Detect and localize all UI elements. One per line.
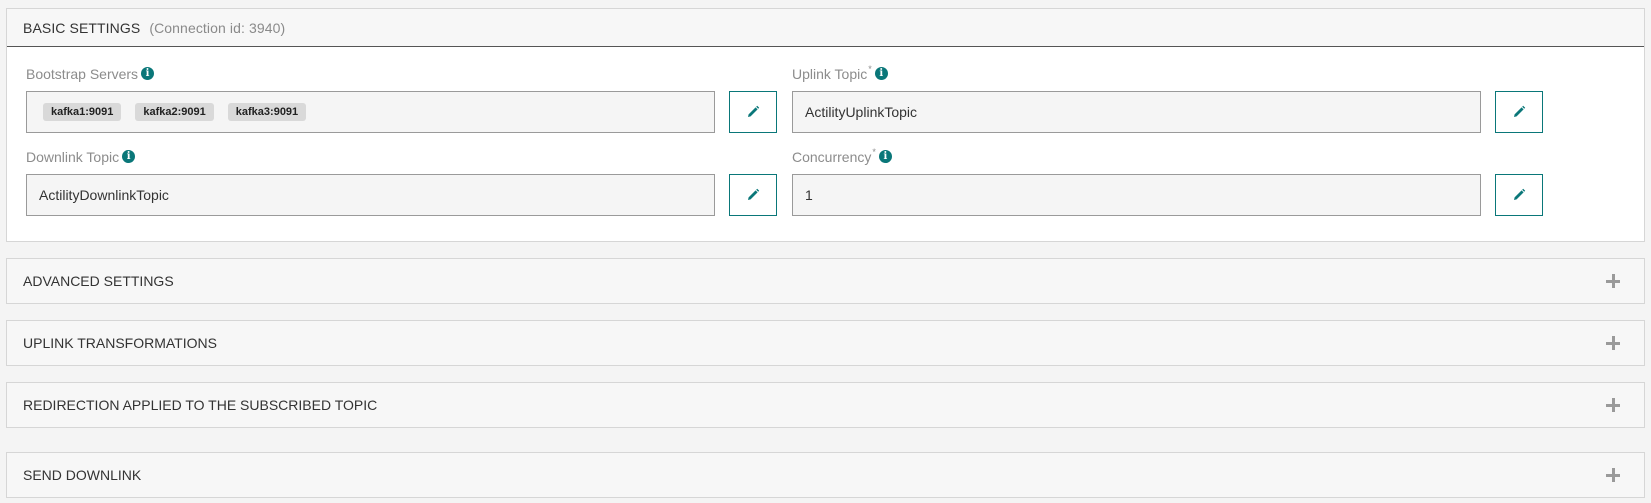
redirection-section[interactable]: REDIRECTION APPLIED TO THE SUBSCRIBED TO… <box>6 382 1645 428</box>
server-chip: kafka2:9091 <box>135 103 214 121</box>
bootstrap-servers-label: Bootstrap Servers i <box>26 66 155 82</box>
downlink-topic-label-text: Downlink Topic <box>26 149 120 165</box>
basic-settings-title: BASIC SETTINGS <box>23 19 141 36</box>
info-icon[interactable]: i <box>878 150 892 163</box>
concurrency-value: 1 <box>805 187 813 203</box>
connection-settings-page: BASIC SETTINGS (Connection id: 3940) Boo… <box>0 0 1651 503</box>
downlink-topic-input[interactable]: ActilityDownlinkTopic <box>26 174 715 216</box>
section-title: ADVANCED SETTINGS <box>23 273 174 289</box>
info-icon[interactable]: i <box>141 67 155 80</box>
plus-icon[interactable] <box>1606 398 1620 412</box>
section-title: UPLINK TRANSFORMATIONS <box>23 335 217 351</box>
edit-uplink-topic-button[interactable] <box>1495 91 1543 133</box>
downlink-topic-value: ActilityDownlinkTopic <box>39 187 169 203</box>
edit-bootstrap-servers-button[interactable] <box>729 91 777 133</box>
pencil-icon <box>748 188 760 200</box>
plus-icon[interactable] <box>1606 468 1620 482</box>
edit-concurrency-button[interactable] <box>1495 174 1543 216</box>
uplink-topic-label-text: Uplink Topic <box>792 66 868 82</box>
pencil-icon <box>748 105 760 117</box>
required-marker: * <box>872 147 876 157</box>
server-chip: kafka3:9091 <box>227 103 307 121</box>
uplink-topic-input[interactable]: ActilityUplinkTopic <box>792 91 1481 133</box>
plus-icon[interactable] <box>1606 274 1620 288</box>
bootstrap-servers-label-text: Bootstrap Servers <box>26 66 139 82</box>
section-title: REDIRECTION APPLIED TO THE SUBSCRIBED TO… <box>23 397 378 413</box>
required-marker: * <box>868 64 872 74</box>
section-title: SEND DOWNLINK <box>23 467 142 483</box>
connection-id-label: (Connection id: 3940) <box>149 19 286 36</box>
edit-downlink-topic-button[interactable] <box>729 174 777 216</box>
advanced-settings-section[interactable]: ADVANCED SETTINGS <box>6 258 1645 304</box>
concurrency-input[interactable]: 1 <box>792 174 1481 216</box>
uplink-topic-value: ActilityUplinkTopic <box>805 104 918 120</box>
server-chip: kafka1:9091 <box>43 103 122 121</box>
info-icon[interactable]: i <box>122 150 136 163</box>
plus-icon[interactable] <box>1606 336 1620 350</box>
bootstrap-servers-field[interactable]: kafka1:9091 kafka2:9091 kafka3:9091 <box>26 91 715 133</box>
downlink-topic-label: Downlink Topic i <box>26 149 136 165</box>
basic-settings-panel: BASIC SETTINGS (Connection id: 3940) Boo… <box>6 8 1645 242</box>
uplink-topic-label: Uplink Topic * i <box>792 64 888 82</box>
pencil-icon <box>1514 105 1526 117</box>
basic-settings-header[interactable]: BASIC SETTINGS (Connection id: 3940) <box>7 9 1644 47</box>
pencil-icon <box>1514 188 1526 200</box>
concurrency-label-text: Concurrency <box>792 149 872 165</box>
send-downlink-section[interactable]: SEND DOWNLINK <box>6 452 1645 498</box>
concurrency-label: Concurrency * i <box>792 147 892 165</box>
uplink-transformations-section[interactable]: UPLINK TRANSFORMATIONS <box>6 320 1645 366</box>
info-icon[interactable]: i <box>874 67 888 80</box>
